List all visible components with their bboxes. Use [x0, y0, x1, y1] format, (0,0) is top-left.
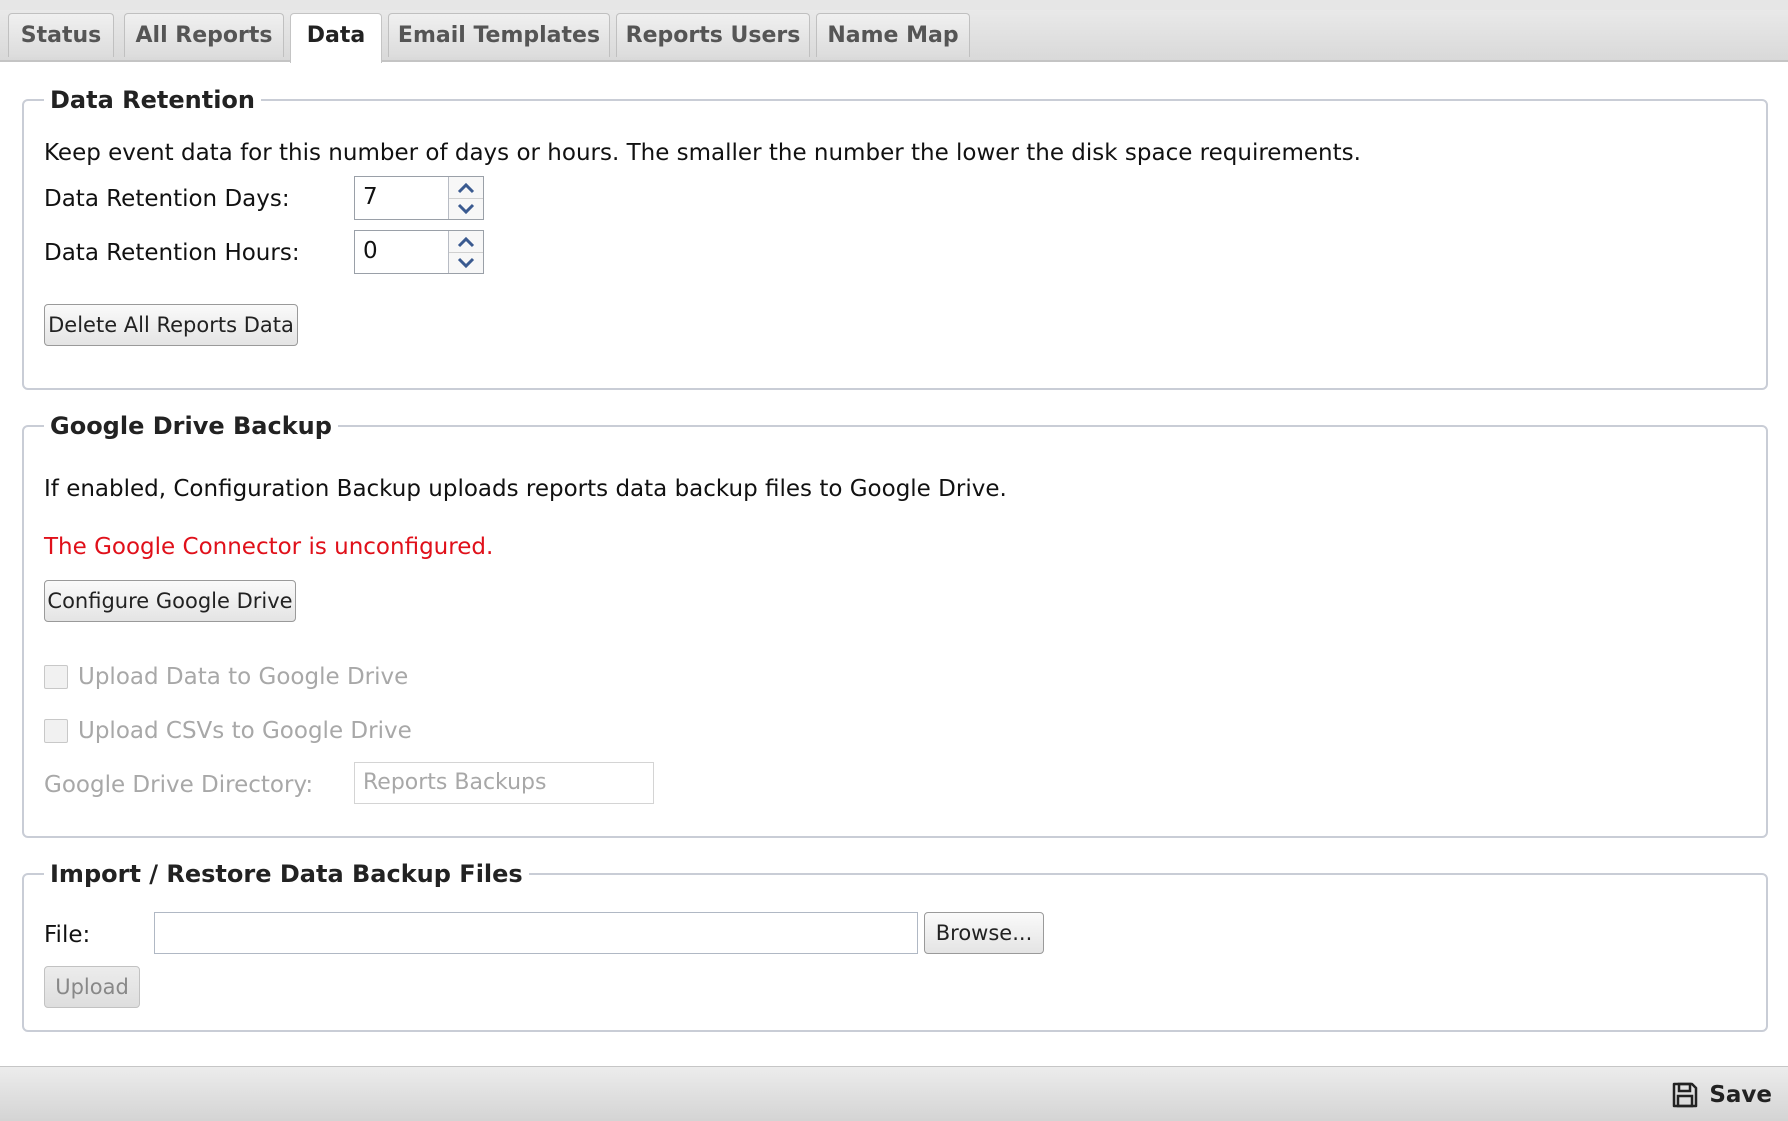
data-retention-days-value[interactable]: 7 — [363, 184, 378, 210]
tab-email-templates[interactable]: Email Templates — [388, 13, 610, 57]
window-top-strip — [0, 0, 1788, 10]
chevron-down-icon[interactable] — [449, 252, 483, 273]
file-path-input[interactable] — [154, 912, 918, 954]
tab-all-reports[interactable]: All Reports — [124, 13, 284, 57]
chevron-up-icon[interactable] — [449, 231, 483, 253]
data-retention-hours-label: Data Retention Hours: — [44, 240, 300, 266]
tab-reports-users[interactable]: Reports Users — [616, 13, 810, 57]
upload-csvs-checkbox[interactable] — [44, 719, 68, 743]
spinner-arrows — [448, 231, 483, 273]
google-drive-description: If enabled, Configuration Backup uploads… — [44, 476, 1007, 502]
save-label: Save — [1709, 1082, 1772, 1108]
upload-data-label: Upload Data to Google Drive — [78, 664, 409, 690]
google-drive-directory-input[interactable]: Reports Backups — [354, 762, 654, 804]
browse-button[interactable]: Browse... — [924, 912, 1044, 954]
save-button[interactable]: Save — [1671, 1075, 1772, 1115]
data-retention-days-spinner[interactable]: 7 — [354, 176, 484, 220]
footer-bar: Save — [0, 1066, 1788, 1121]
data-retention-hours-value[interactable]: 0 — [363, 238, 378, 264]
tab-status[interactable]: Status — [8, 13, 114, 57]
file-label: File: — [44, 922, 91, 948]
tab-data[interactable]: Data — [290, 13, 382, 63]
data-retention-days-label: Data Retention Days: — [44, 186, 290, 212]
chevron-down-icon[interactable] — [449, 198, 483, 219]
data-retention-hours-spinner[interactable]: 0 — [354, 230, 484, 274]
upload-csvs-label: Upload CSVs to Google Drive — [78, 718, 412, 744]
data-retention-legend: Data Retention — [50, 86, 256, 114]
data-retention-description: Keep event data for this number of days … — [44, 140, 1361, 166]
upload-data-checkbox[interactable] — [44, 665, 68, 689]
google-drive-directory-label: Google Drive Directory: — [44, 772, 314, 798]
google-connector-error: The Google Connector is unconfigured. — [44, 534, 494, 560]
tab-bar: Status All Reports Data Email Templates … — [0, 10, 1788, 63]
save-icon — [1673, 1082, 1698, 1108]
tab-name-map[interactable]: Name Map — [816, 13, 970, 57]
delete-all-reports-data-button[interactable]: Delete All Reports Data — [44, 304, 298, 346]
google-drive-backup-legend: Google Drive Backup — [50, 412, 332, 440]
upload-button[interactable]: Upload — [44, 966, 140, 1008]
chevron-up-icon[interactable] — [449, 177, 483, 199]
import-restore-legend: Import / Restore Data Backup Files — [50, 860, 523, 888]
configure-google-drive-button[interactable]: Configure Google Drive — [44, 580, 296, 622]
spinner-arrows — [448, 177, 483, 219]
